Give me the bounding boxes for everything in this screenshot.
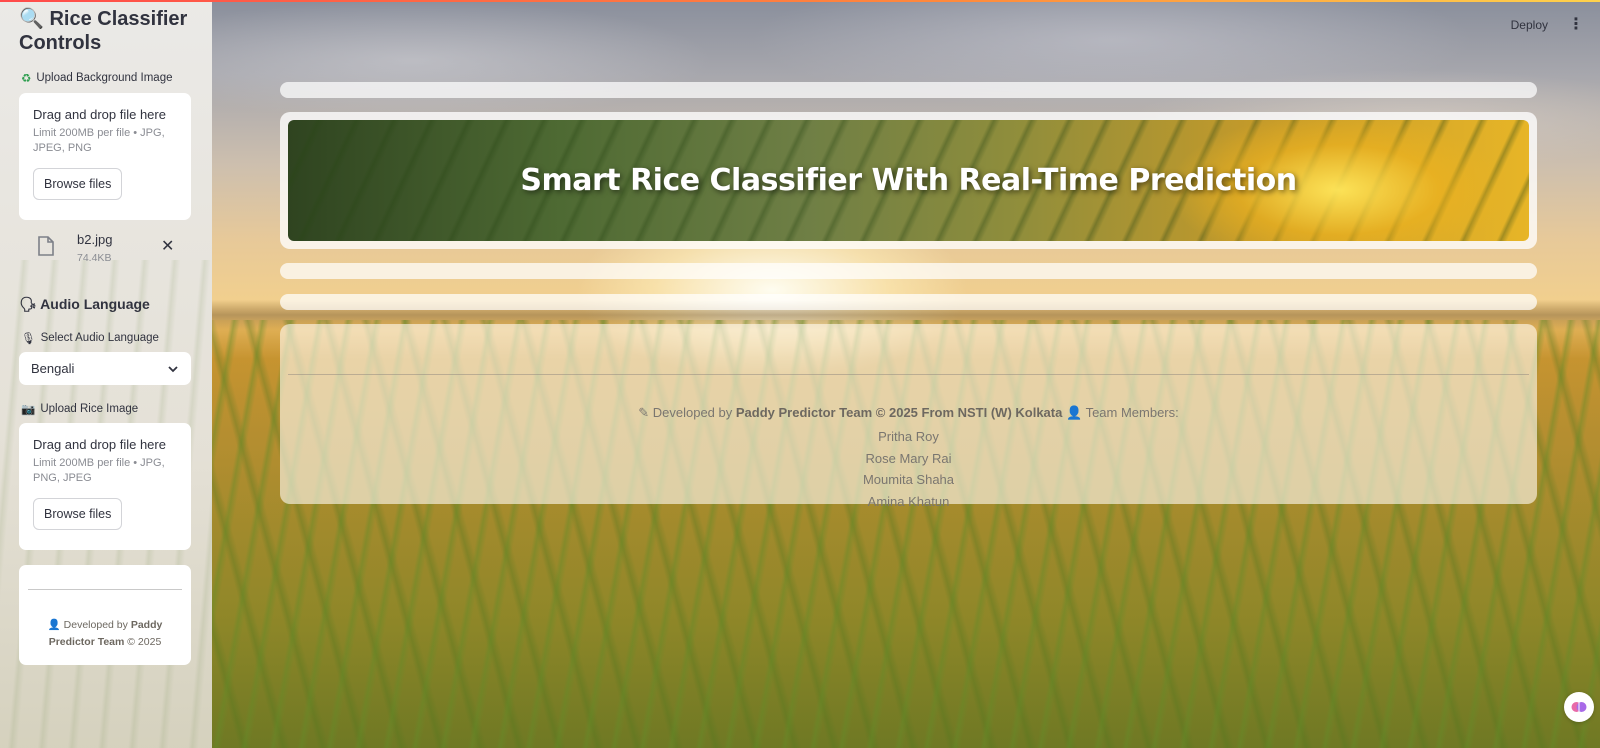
brain-icon[interactable] (1564, 692, 1594, 722)
rice-upload-label: 📷 Upload Rice Image (21, 402, 138, 416)
top-decoration-line (0, 0, 1600, 2)
rice-file-uploader[interactable]: Drag and drop file here Limit 200MB per … (19, 423, 191, 550)
hero-banner: Smart Rice Classifier With Real-Time Pre… (288, 120, 1529, 241)
bg-upload-label-text: Upload Background Image (36, 72, 173, 84)
chevron-down-icon (168, 365, 178, 372)
empty-container (280, 263, 1537, 279)
select-audio-label-text: Select Audio Language (40, 332, 159, 344)
sidebar-credit: 👤 Developed by Paddy Predictor Team © 20… (25, 617, 185, 651)
empty-container (280, 294, 1537, 310)
recycle-icon: ♻ (21, 73, 32, 85)
file-icon (38, 236, 54, 256)
credit-team: Paddy Predictor Team © 2025 From NSTI (W… (735, 405, 1063, 420)
developer-credit: ✎ Developed by Paddy Predictor Team © 20… (280, 405, 1537, 421)
sidebar-credit-prefix: Developed by (63, 619, 128, 631)
team-members-list: Pritha Roy Rose Mary Rai Moumita Shaha A… (280, 426, 1537, 512)
person-icon: 👤 (47, 619, 61, 631)
hero-title: Smart Rice Classifier With Real-Time Pre… (520, 163, 1297, 198)
browse-files-button[interactable]: Browse files (33, 498, 123, 530)
selected-language: Bengali (31, 361, 75, 376)
divider (28, 589, 182, 590)
bg-file-uploader[interactable]: Drag and drop file here Limit 200MB per … (19, 93, 191, 220)
main-footer: ✎ Developed by Paddy Predictor Team © 20… (280, 324, 1537, 509)
sidebar: 🔍 Rice Classifier Controls ♻ Upload Back… (0, 0, 212, 748)
credit-prefix: Developed by (652, 405, 733, 420)
dropzone-limit: Limit 200MB per file • JPG, JPEG, PNG (33, 127, 165, 154)
app-header: Deploy ⋮ (1300, 0, 1600, 50)
close-icon[interactable]: ✕ (161, 236, 174, 256)
team-member: Moumita Shaha (862, 472, 955, 487)
person-icon: 👤 (1065, 405, 1083, 420)
audio-language-select[interactable]: Bengali (19, 352, 191, 385)
divider (288, 374, 1529, 375)
speaking-head-icon: 🗣 (19, 296, 37, 312)
hero-card: Smart Rice Classifier With Real-Time Pre… (280, 112, 1537, 249)
rice-upload-label-text: Upload Rice Image (40, 403, 139, 415)
team-member: Amina Khatun (867, 493, 950, 509)
audio-heading: 🗣 Audio Language (19, 296, 150, 313)
dropzone-text: Drag and drop file here (33, 437, 166, 452)
magnifier-icon: 🔍 (19, 8, 44, 30)
empty-container (280, 82, 1537, 98)
dropzone-text: Drag and drop file here (33, 107, 166, 122)
sidebar-title: 🔍 Rice Classifier Controls (19, 7, 199, 55)
microphone-icon: 🎙 (21, 333, 36, 345)
bg-upload-label: ♻ Upload Background Image (21, 71, 172, 85)
sidebar-footer: 👤 Developed by Paddy Predictor Team © 20… (19, 565, 191, 665)
uploaded-file-row: b2.jpg 74.4KB ✕ (19, 228, 191, 268)
audio-heading-text: Audio Language (40, 296, 150, 312)
pen-icon: ✎ (638, 405, 650, 420)
team-member: Pritha Roy (878, 429, 939, 444)
select-audio-label: 🎙 Select Audio Language (21, 331, 159, 345)
sidebar-title-text: Rice Classifier Controls (19, 8, 188, 54)
browse-files-button[interactable]: Browse files (33, 168, 123, 200)
members-label: Team Members: (1085, 405, 1179, 420)
deploy-button[interactable]: Deploy (1505, 14, 1554, 36)
camera-icon: 📷 (21, 404, 36, 416)
dropzone-limit: Limit 200MB per file • JPG, PNG, JPEG (33, 457, 165, 484)
team-member: Rose Mary Rai (865, 450, 952, 466)
sidebar-credit-suffix: © 2025 (127, 636, 162, 648)
file-name: b2.jpg (77, 232, 113, 247)
main-area: Deploy ⋮ Smart Rice Classifier With Real… (212, 0, 1600, 748)
main-menu-icon[interactable]: ⋮ (1568, 17, 1584, 33)
file-size: 74.4KB (77, 252, 112, 264)
